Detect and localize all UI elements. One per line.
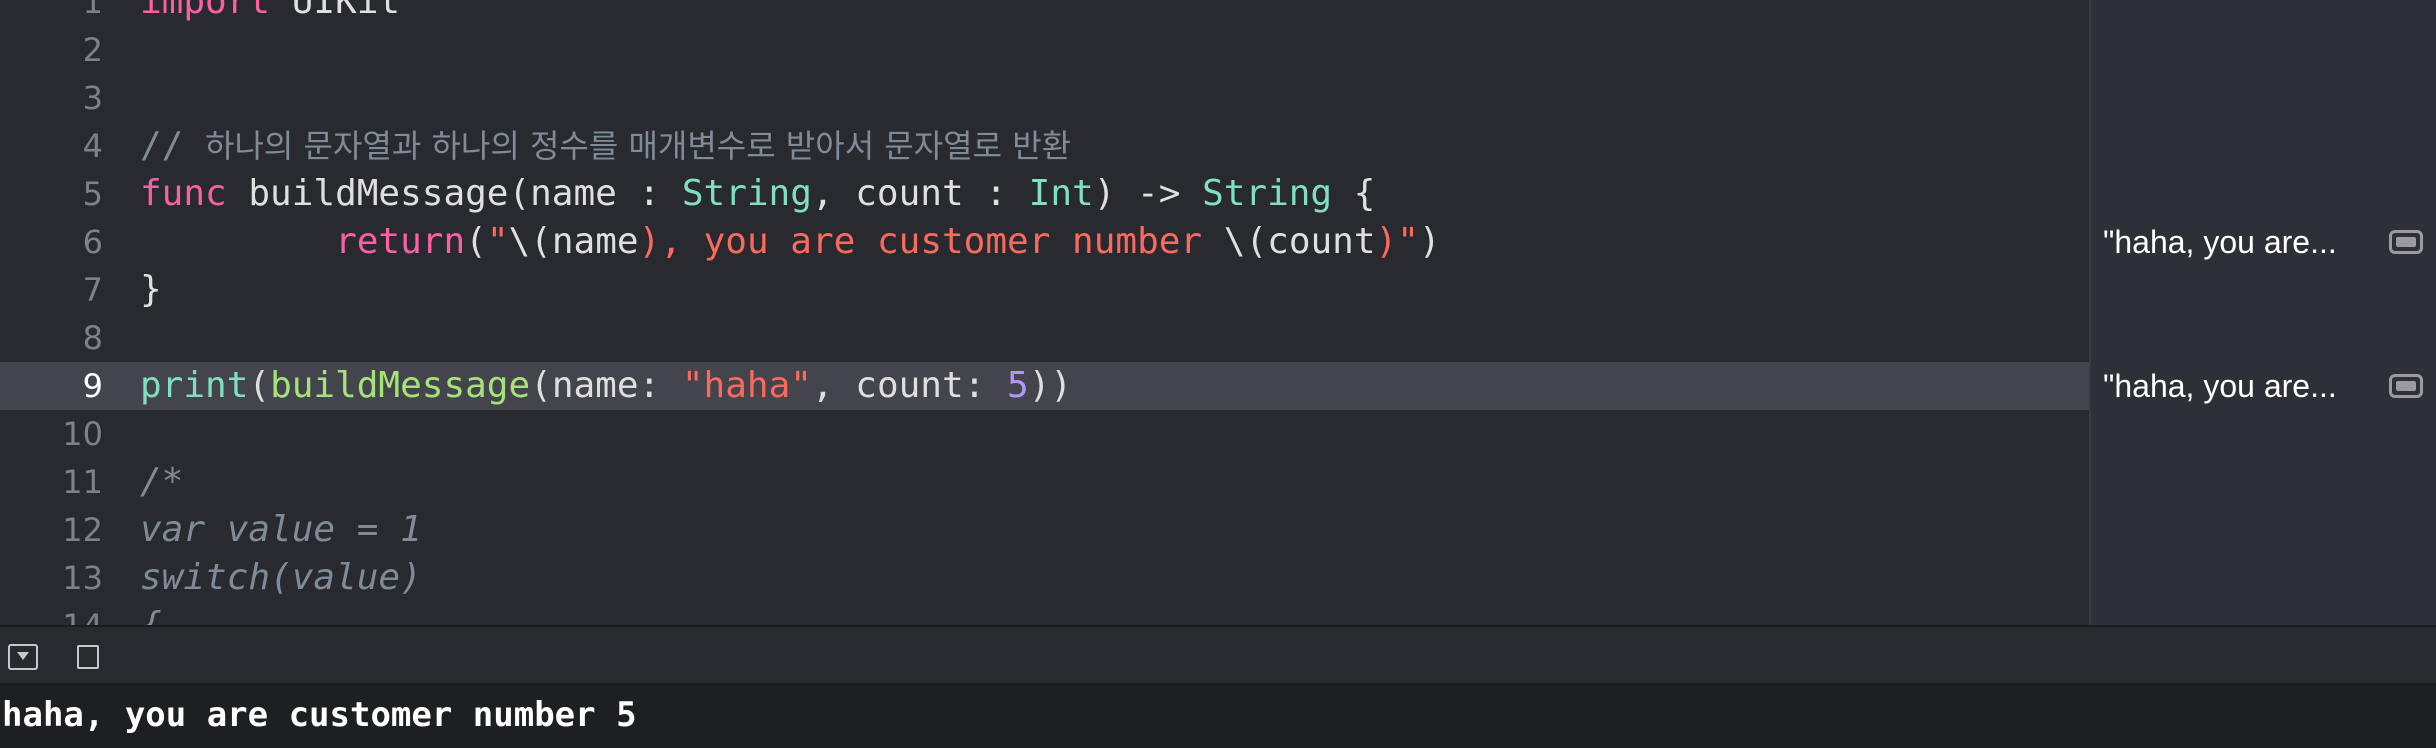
line-number: 8: [82, 319, 103, 357]
code-line[interactable]: 14 {: [0, 602, 2089, 625]
code-token: //: [140, 125, 206, 166]
code-line[interactable]: 10: [0, 410, 2089, 458]
code-token: String: [681, 173, 812, 214]
console-layout-icon[interactable]: [77, 645, 99, 669]
code-text: var value = 1: [140, 506, 422, 554]
code-text: return("\(name), you are customer number…: [140, 218, 1441, 266]
line-number: 6: [82, 223, 103, 261]
code-text: // 하나의 문자열과 하나의 정수를 매개변수로 받아서 문자열로 반환: [140, 122, 1071, 170]
quicklook-icon[interactable]: [2389, 230, 2423, 254]
code-token: buildMessage: [270, 365, 531, 406]
line-number: 13: [62, 559, 103, 597]
code-token: "haha": [681, 365, 812, 406]
code-token: }: [140, 269, 162, 310]
console-output: haha, you are customer number 5: [2, 695, 637, 735]
line-number: 1: [82, 0, 103, 21]
line-number: 5: [82, 175, 103, 213]
code-token: \(: [508, 221, 552, 262]
line-number: 12: [62, 511, 103, 549]
line-number: 7: [82, 271, 103, 309]
result-row[interactable]: "haha, you are...: [2103, 218, 2423, 266]
code-token: switch(value): [140, 557, 422, 598]
debug-toolbar: [0, 625, 2436, 685]
code-line[interactable]: 3: [0, 74, 2089, 122]
code-token: \(: [1223, 221, 1268, 262]
code-lines: 1 import UIKit 2 3 4 // 하나의 문자열과 하나의 정수를 매개변수…: [0, 0, 2089, 625]
playground-window: 1 import UIKit 2 3 4 // 하나의 문자열과 하나의 정수를 매개변수…: [0, 0, 2436, 748]
line-number: 9: [82, 367, 103, 405]
line-number: 3: [82, 79, 103, 117]
code-token: ": [486, 221, 509, 262]
hide-debug-area-icon[interactable]: [8, 644, 38, 670]
code-token: count: [1267, 221, 1376, 262]
code-text: print(buildMessage(name: "haha", count: …: [140, 362, 1072, 410]
code-token: (: [465, 221, 487, 262]
code-line[interactable]: 13 switch(value): [0, 554, 2089, 602]
code-token: UIKit: [270, 0, 401, 22]
code-token: , you are customer number: [660, 221, 1224, 262]
code-token: (: [248, 365, 271, 406]
console-area[interactable]: haha, you are customer number 5: [0, 685, 2436, 748]
code-token: func: [140, 173, 227, 214]
code-text: {: [140, 602, 162, 625]
code-token: print: [140, 365, 249, 406]
code-line[interactable]: 5 func buildMessage(name : String, count …: [0, 170, 2089, 218]
code-token: return: [335, 221, 466, 262]
line-number: 10: [62, 415, 103, 453]
code-token: , count :: [811, 173, 1029, 214]
code-token: 하나의 문자열과 하나의 정수를 매개변수로 받아서 문자열로 반환: [205, 127, 1072, 165]
code-token: name: [551, 221, 639, 262]
code-token: , count:: [811, 365, 1007, 406]
code-token: String: [1202, 173, 1333, 214]
code-text: func buildMessage(name : String, count :…: [140, 170, 1375, 218]
code-token: ) ->: [1093, 173, 1203, 214]
result-value: "haha, you are...: [2103, 224, 2337, 260]
code-token: )): [1028, 365, 1073, 406]
code-token: {: [1332, 173, 1376, 214]
code-token: buildMessage(name :: [226, 173, 682, 214]
code-token: ): [1375, 221, 1398, 262]
code-line[interactable]: 7}: [0, 266, 2089, 314]
code-token: var value = 1: [140, 509, 422, 550]
code-token: 5: [1007, 365, 1029, 406]
code-line[interactable]: 9 print(buildMessage(name: "haha", count:…: [0, 362, 2089, 410]
result-value: "haha, you are...: [2103, 368, 2337, 404]
line-number: 4: [82, 127, 103, 165]
code-token: ): [638, 221, 661, 262]
code-line[interactable]: 11 /*: [0, 458, 2089, 506]
code-line[interactable]: 4 // 하나의 문자열과 하나의 정수를 매개변수로 받아서 문자열로 반환: [0, 122, 2089, 170]
code-token: ): [1418, 221, 1441, 262]
code-text: switch(value): [140, 554, 422, 602]
code-line[interactable]: 12 var value = 1: [0, 506, 2089, 554]
code-line[interactable]: 8: [0, 314, 2089, 362]
line-number: 11: [62, 463, 103, 501]
source-editor[interactable]: 1 import UIKit 2 3 4 // 하나의 문자열과 하나의 정수를 매개변수…: [0, 0, 2089, 625]
code-token: /*: [140, 461, 184, 502]
quicklook-icon[interactable]: [2389, 374, 2423, 398]
code-token: ": [1397, 221, 1419, 262]
code-token: Int: [1028, 173, 1094, 214]
code-text: }: [140, 266, 162, 314]
code-text: import UIKit: [140, 0, 400, 26]
code-token: import: [140, 0, 271, 22]
code-line[interactable]: 1 import UIKit: [0, 0, 2089, 26]
results-sidebar: "haha, you are... "haha, you are...: [2089, 0, 2436, 625]
code-line[interactable]: 2: [0, 26, 2089, 74]
line-number: 2: [82, 31, 103, 69]
line-number: 14: [0, 602, 103, 625]
code-token: {: [140, 605, 162, 625]
code-token: (name:: [530, 365, 682, 406]
code-line[interactable]: 6 return("\(name), you are customer numb…: [0, 218, 2089, 266]
result-row[interactable]: "haha, you are...: [2103, 362, 2423, 410]
code-text: /*: [140, 458, 183, 506]
